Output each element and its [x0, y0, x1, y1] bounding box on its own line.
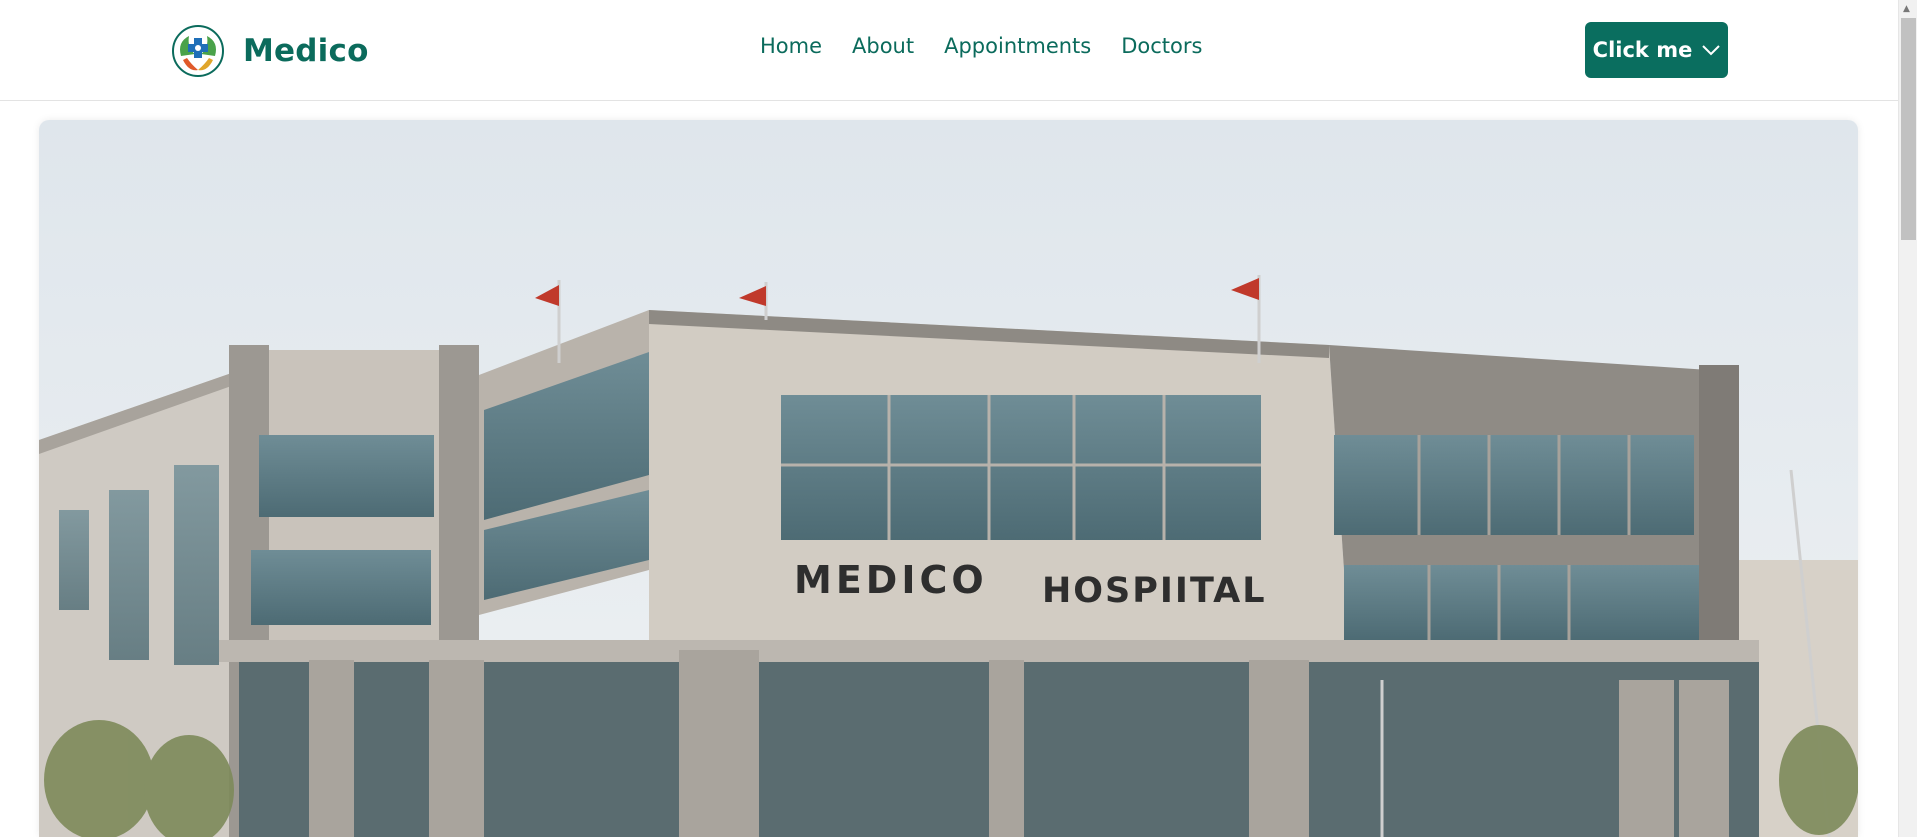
nav-about[interactable]: About: [852, 34, 914, 58]
hospital-building-image: MEDICO HOSPIITAL: [39, 120, 1858, 837]
site-header: Medico Home About Appointments Doctors C…: [0, 0, 1898, 101]
brand-name: Medico: [243, 33, 369, 69]
brand[interactable]: Medico: [171, 24, 369, 78]
medical-cross-leaf-icon: [172, 25, 224, 77]
click-me-button[interactable]: Click me: [1585, 22, 1728, 78]
main-nav: Home About Appointments Doctors: [760, 34, 1202, 58]
chevron-down-icon: [1702, 45, 1721, 56]
sign-medico: MEDICO: [794, 558, 988, 602]
nav-appointments[interactable]: Appointments: [944, 34, 1091, 58]
scroll-thumb[interactable]: [1901, 18, 1916, 240]
sign-hospital: HOSPIITAL: [1042, 571, 1267, 611]
nav-home[interactable]: Home: [760, 34, 822, 58]
page-scrollbar[interactable]: ▲: [1898, 0, 1917, 837]
scroll-up-icon[interactable]: ▲: [1903, 4, 1910, 14]
hero-image: MEDICO HOSPIITAL: [39, 120, 1858, 837]
nav-doctors[interactable]: Doctors: [1121, 34, 1202, 58]
click-me-label: Click me: [1592, 38, 1693, 62]
